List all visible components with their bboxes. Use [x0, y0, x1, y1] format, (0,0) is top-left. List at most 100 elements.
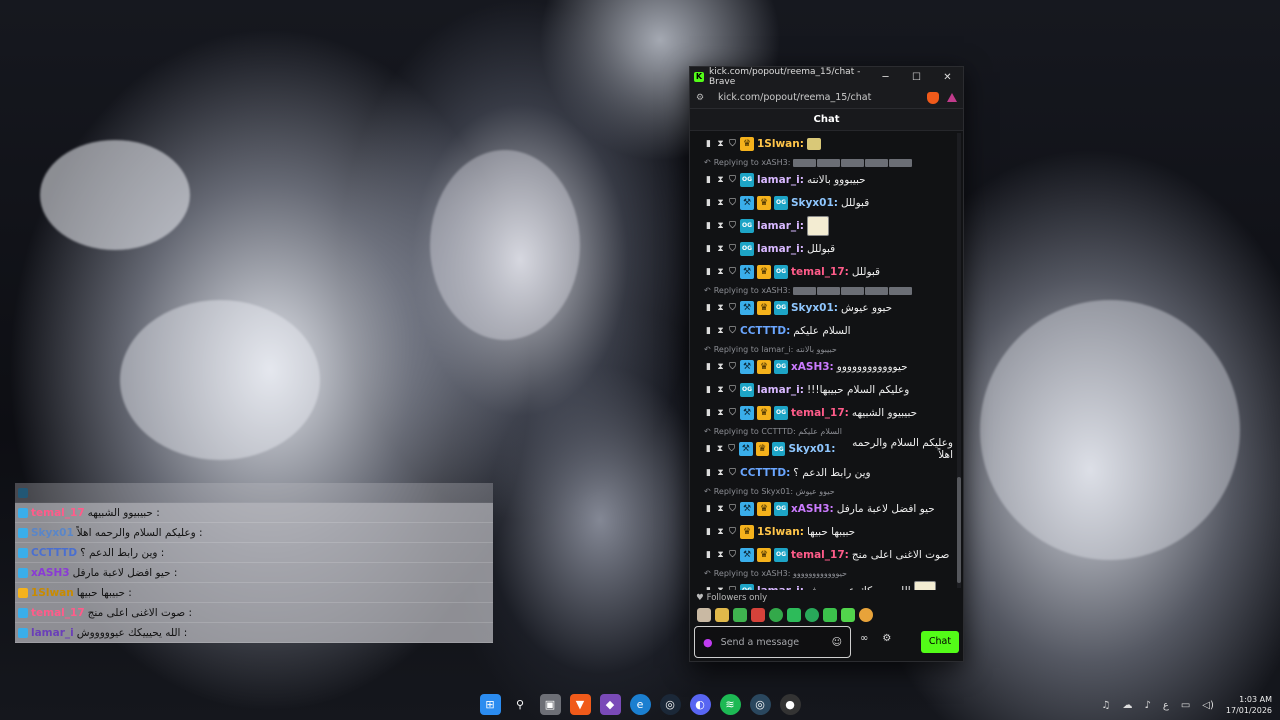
chat-username[interactable]: lamar_i:	[757, 243, 804, 255]
chat-message[interactable]: ▮ ⧗ ⛉ CCTTTD: وين رابط الدعم ؟	[704, 461, 953, 484]
chat-emote[interactable]	[806, 137, 821, 150]
clock[interactable]: 1:03 AM 17/01/2026	[1226, 694, 1272, 716]
chat-message[interactable]: ▮ ⧗ ⛉ ⚒ ♛ OG Skyx01: حيوو عيوش	[704, 296, 953, 319]
chat-message[interactable]: ▮ ⧗ ⛉ ⚒ ♛ OG xASH3: حيو افضل لاعبة مارفل	[704, 497, 953, 520]
address-bar[interactable]: ⚙ kick.com/popout/reema_15/chat	[690, 87, 963, 109]
url-text[interactable]: kick.com/popout/reema_15/chat	[718, 92, 927, 103]
timeout-icon[interactable]: ⧗	[716, 221, 725, 231]
ban-shield-icon[interactable]: ⛉	[728, 504, 737, 514]
trash-icon[interactable]: ▮	[704, 527, 713, 537]
settings-gear-icon[interactable]: ⚙	[882, 633, 891, 644]
timeout-icon[interactable]: ⧗	[716, 175, 725, 185]
network-icon[interactable]: ▭	[1181, 700, 1190, 711]
chat-message[interactable]: ▮ ⧗ ⛉ ♛ 1Slwan:	[704, 132, 953, 155]
chat-message[interactable]: ▮ ⧗ ⛉ OG lamar_i:	[704, 214, 953, 237]
chat-username[interactable]: 1Slwan:	[757, 138, 804, 150]
brave-rewards-icon[interactable]	[947, 93, 957, 102]
reply-context[interactable]: ↶ Replying to xASH3:	[704, 285, 953, 296]
timeout-icon[interactable]: ⧗	[716, 362, 725, 372]
chat-username[interactable]: xASH3:	[791, 503, 834, 515]
search-icon[interactable]: ⚲	[510, 694, 531, 715]
quick-emote[interactable]	[697, 608, 711, 622]
timeout-icon[interactable]: ⧗	[716, 198, 725, 208]
chat-username[interactable]: lamar_i:	[757, 174, 804, 186]
trash-icon[interactable]: ▮	[704, 303, 713, 313]
chat-username[interactable]: lamar_i:	[757, 220, 804, 232]
ban-shield-icon[interactable]: ⛉	[728, 139, 737, 149]
discord-icon[interactable]: ◐	[689, 693, 711, 715]
quick-emote[interactable]	[859, 608, 873, 622]
chat-emote[interactable]	[806, 215, 829, 236]
chat-username[interactable]: CCTTTD:	[740, 467, 790, 479]
headset-icon[interactable]: ♫	[1102, 700, 1111, 711]
brave-shields-icon[interactable]	[927, 91, 939, 104]
chat-username[interactable]: temal_17:	[791, 407, 849, 419]
trash-icon[interactable]: ▮	[704, 175, 713, 185]
ban-shield-icon[interactable]: ⛉	[728, 408, 737, 418]
ban-shield-icon[interactable]: ⛉	[728, 550, 737, 560]
timeout-icon[interactable]: ⧗	[716, 527, 725, 537]
send-chat-button[interactable]: Chat	[921, 631, 959, 653]
chat-username[interactable]: Skyx01:	[791, 197, 838, 209]
microphone-icon[interactable]: ●	[703, 636, 713, 649]
ban-shield-icon[interactable]: ⛉	[728, 244, 737, 254]
trash-icon[interactable]: ▮	[704, 504, 713, 514]
quick-emote[interactable]	[805, 608, 819, 622]
chat-message[interactable]: ▮ ⧗ ⛉ ⚒ ♛ OG Skyx01: وعليكم السلام والرحمه اهلا…	[704, 437, 953, 461]
spotify-icon[interactable]: ≋	[719, 693, 741, 715]
timeout-icon[interactable]: ⧗	[716, 267, 725, 277]
chat-username[interactable]: CCTTTD:	[740, 325, 790, 337]
reply-context[interactable]: ↶ Replying to CCTTTD: السلام عليكم	[704, 426, 953, 437]
cloud-icon[interactable]: ☁	[1122, 700, 1132, 711]
reply-context[interactable]: ↶ Replying to xASH3: حيوووووووووووو	[704, 568, 953, 579]
trash-icon[interactable]: ▮	[704, 139, 713, 149]
chat-username[interactable]: Skyx01:	[791, 302, 838, 314]
trash-icon[interactable]: ▮	[704, 221, 713, 231]
message-input-placeholder[interactable]: Send a message	[721, 637, 824, 648]
chat-username[interactable]: lamar_i:	[757, 585, 804, 591]
ban-shield-icon[interactable]: ⛉	[728, 303, 737, 313]
chat-message[interactable]: ▮ ⧗ ⛉ ♛ 1Slwan: حبيبها حبيها	[704, 520, 953, 543]
timeout-icon[interactable]: ⧗	[716, 504, 725, 514]
chat-username[interactable]: 1Slwan:	[757, 526, 804, 538]
mic-tray-icon[interactable]: ♪	[1144, 700, 1150, 711]
timeout-icon[interactable]: ⧗	[716, 244, 725, 254]
brave-browser-icon[interactable]: ▼	[569, 693, 591, 715]
steam-icon[interactable]: ◎	[659, 693, 681, 715]
windows-start-icon[interactable]: ⊞	[479, 693, 501, 715]
chat-username[interactable]: temal_17:	[791, 266, 849, 278]
emoji-picker-icon[interactable]: ☺	[832, 637, 842, 648]
chat-message[interactable]: ▮ ⧗ ⛉ ⚒ ♛ OG Skyx01: قبوللل	[704, 191, 953, 214]
trash-icon[interactable]: ▮	[704, 550, 713, 560]
chat-emote[interactable]	[913, 580, 936, 590]
trash-icon[interactable]: ▮	[704, 586, 713, 591]
trash-icon[interactable]: ▮	[704, 385, 713, 395]
quick-emote[interactable]	[733, 608, 747, 622]
trash-icon[interactable]: ▮	[704, 198, 713, 208]
chat-message[interactable]: ▮ ⧗ ⛉ CCTTTD: السلام عليكم	[704, 319, 953, 342]
minimize-button[interactable]: ─	[870, 72, 901, 83]
edge-browser-icon[interactable]: e	[629, 693, 651, 715]
task-view-icon[interactable]: ▣	[539, 693, 561, 715]
close-button[interactable]: ✕	[932, 72, 963, 83]
reply-context[interactable]: ↶ Replying to lamar_i: حبيبوو بالانته	[704, 344, 953, 355]
quick-emote[interactable]	[823, 608, 837, 622]
timeout-icon[interactable]: ⧗	[716, 385, 725, 395]
media-app-icon[interactable]: ◆	[599, 693, 621, 715]
trash-icon[interactable]: ▮	[704, 244, 713, 254]
chat-username[interactable]: Skyx01:	[788, 443, 835, 455]
ban-shield-icon[interactable]: ⛉	[727, 444, 736, 454]
site-settings-icon[interactable]: ⚙	[696, 93, 708, 103]
quick-emote[interactable]	[841, 608, 855, 622]
timeout-icon[interactable]: ⧗	[716, 139, 725, 149]
trash-icon[interactable]: ▮	[704, 326, 713, 336]
quick-emote[interactable]	[787, 608, 801, 622]
ban-shield-icon[interactable]: ⛉	[728, 468, 737, 478]
quick-emote[interactable]	[715, 608, 729, 622]
ban-shield-icon[interactable]: ⛉	[728, 385, 737, 395]
chat-username[interactable]: xASH3:	[791, 361, 834, 373]
chat-message[interactable]: ▮ ⧗ ⛉ OG lamar_i: حبيبووو بالانته	[704, 168, 953, 191]
quick-emote[interactable]	[751, 608, 765, 622]
steam-alt-icon[interactable]: ◎	[749, 693, 771, 715]
trash-icon[interactable]: ▮	[704, 267, 713, 277]
